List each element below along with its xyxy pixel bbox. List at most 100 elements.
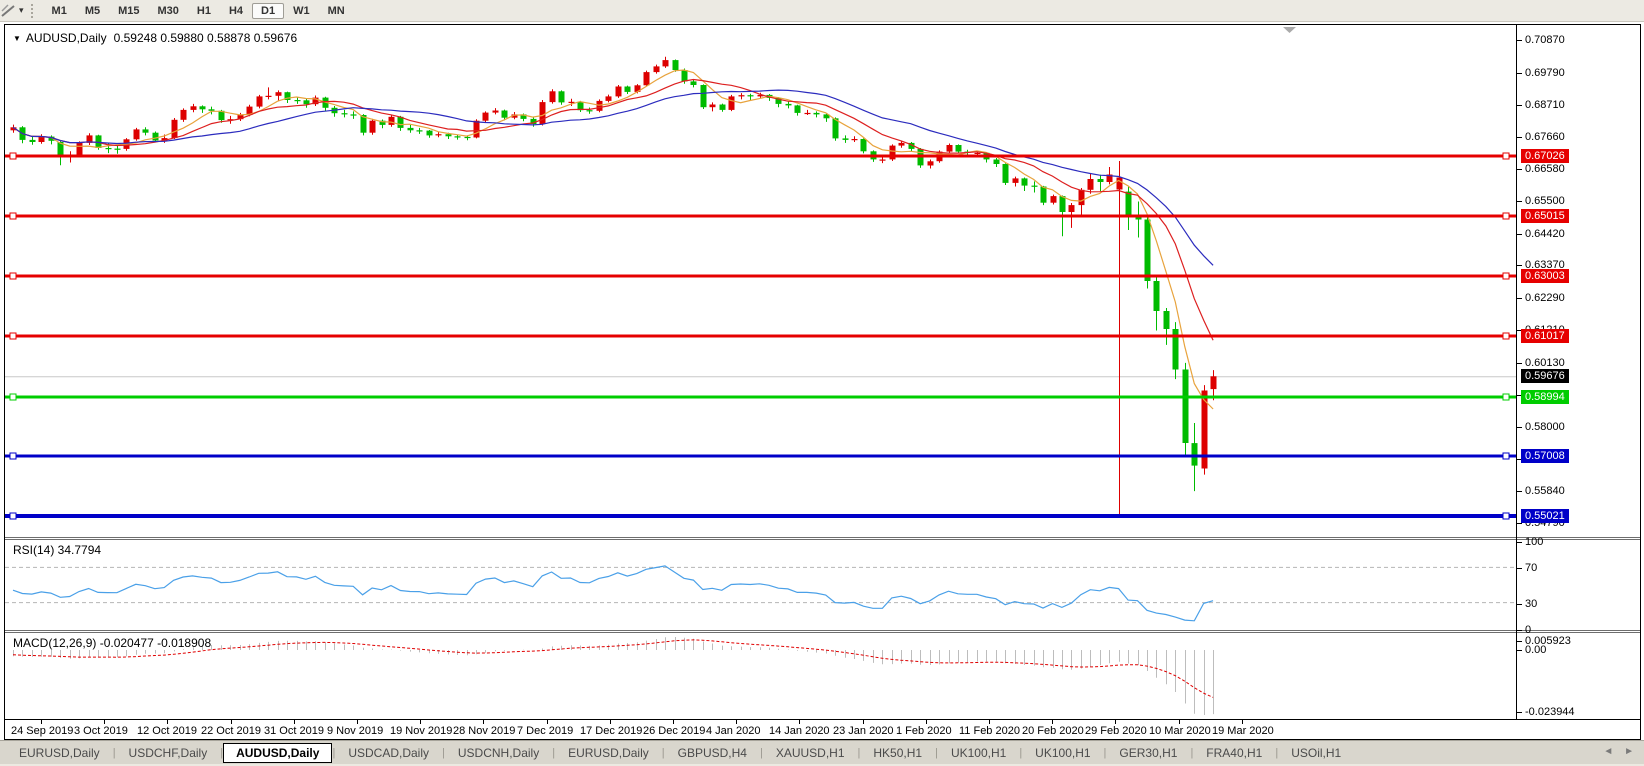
tab-xauusd-h1[interactable]: XAUUSD,H1 — [763, 743, 858, 763]
tab-uk100-h1[interactable]: UK100,H1 — [938, 743, 1019, 763]
rsi-tick-label: 70 — [1525, 562, 1537, 575]
timeframe-button-w1[interactable]: W1 — [284, 3, 319, 19]
candle-body — [191, 106, 197, 110]
tab-usdcad-daily[interactable]: USDCAD,Daily — [335, 743, 442, 763]
line-handle[interactable] — [1503, 273, 1509, 279]
line-handle[interactable] — [10, 153, 16, 159]
candle-body — [587, 110, 593, 111]
timeframe-buttons: M1M5M15M30H1H4D1W1MN — [43, 3, 354, 19]
candle-body — [1183, 370, 1189, 444]
timeframe-button-m1[interactable]: M1 — [43, 3, 76, 19]
candle-body — [795, 105, 801, 113]
candle-body — [389, 117, 395, 125]
candle-body — [106, 148, 112, 149]
candle-body — [1079, 190, 1085, 205]
ma-line-sma10 — [13, 80, 1213, 341]
candle-body — [304, 100, 310, 104]
toolbar-grip[interactable] — [31, 4, 36, 18]
tab-usdcnh-daily[interactable]: USDCNH,Daily — [445, 743, 552, 763]
candle-body — [710, 105, 716, 108]
tab-fra40-h1[interactable]: FRA40,H1 — [1193, 743, 1275, 763]
drawing-tool-icon[interactable] — [1, 3, 17, 19]
line-handle[interactable] — [1503, 513, 1509, 519]
line-handle[interactable] — [10, 273, 16, 279]
candle-body — [200, 106, 206, 109]
line-handle[interactable] — [1503, 213, 1509, 219]
chart-title: ▼AUDUSD,Daily0.59248 0.59880 0.58878 0.5… — [13, 31, 297, 45]
line-price-label: 0.61017 — [1521, 329, 1569, 343]
candle-body — [852, 139, 858, 140]
timeframe-button-m15[interactable]: M15 — [109, 3, 148, 19]
candle-body — [446, 134, 452, 136]
tool-dropdown-icon[interactable]: ▾ — [19, 5, 24, 16]
rsi-canvas[interactable] — [5, 540, 1516, 630]
candle-body — [257, 96, 263, 106]
candle-body — [1069, 205, 1075, 212]
candle-body — [1098, 179, 1104, 182]
toolbar: ▾ M1M5M15M30H1H4D1W1MN — [0, 0, 1644, 22]
tab-ger30-h1[interactable]: GER30,H1 — [1106, 743, 1190, 763]
tabs-scroll-right-icon[interactable]: ► — [1624, 746, 1634, 757]
date-tick — [294, 720, 295, 724]
line-handle[interactable] — [10, 394, 16, 400]
line-price-label: 0.67026 — [1521, 149, 1569, 163]
symbol-dropdown-icon[interactable]: ▼ — [13, 34, 21, 43]
date-tick — [483, 720, 484, 724]
tab-hk50-h1[interactable]: HK50,H1 — [860, 743, 935, 763]
line-handle[interactable] — [1503, 394, 1509, 400]
tab-uk100-h1[interactable]: UK100,H1 — [1022, 743, 1103, 763]
line-handle[interactable] — [1503, 333, 1509, 339]
macd-canvas[interactable] — [5, 633, 1516, 719]
tab-audusd-daily[interactable]: AUDUSD,Daily — [223, 743, 332, 763]
date-label: 12 Oct 2019 — [137, 725, 197, 737]
line-handle[interactable] — [1503, 153, 1509, 159]
tab-eurusd-daily[interactable]: EURUSD,Daily — [6, 743, 113, 763]
candle-body — [606, 96, 612, 101]
date-tick — [1242, 720, 1243, 724]
candle-body — [455, 136, 461, 137]
candle-body — [209, 109, 215, 111]
price-axis: 0.708700.697900.687100.676600.665800.655… — [1517, 25, 1640, 719]
line-handle[interactable] — [10, 453, 16, 459]
line-price-label: 0.57008 — [1521, 449, 1569, 463]
date-tick — [610, 720, 611, 724]
candle-body — [115, 149, 121, 150]
date-tick — [41, 720, 42, 724]
candle-body — [720, 105, 726, 110]
price-tick-label: 0.69790 — [1525, 67, 1565, 80]
tab-usoil-h1[interactable]: USOil,H1 — [1278, 743, 1354, 763]
timeframe-button-m30[interactable]: M30 — [149, 3, 188, 19]
tab-usdchf-daily[interactable]: USDCHF,Daily — [116, 743, 221, 763]
timeframe-button-h4[interactable]: H4 — [220, 3, 252, 19]
timeframe-button-d1[interactable]: D1 — [252, 3, 284, 19]
timeframe-button-m5[interactable]: M5 — [76, 3, 109, 19]
line-handle[interactable] — [10, 513, 16, 519]
date-label: 28 Nov 2019 — [453, 725, 515, 737]
price-chart-canvas[interactable] — [5, 25, 1516, 537]
macd-bottom-label: -0.023944 — [1525, 706, 1575, 719]
candle-body — [427, 131, 433, 136]
macd-label: MACD(12,26,9) -0.020477 -0.018908 — [13, 636, 211, 650]
timeframe-button-h1[interactable]: H1 — [188, 3, 220, 19]
candle-body — [436, 134, 442, 135]
candle-body — [1192, 443, 1198, 466]
chart-shift-marker[interactable] — [1283, 27, 1296, 33]
line-handle[interactable] — [10, 213, 16, 219]
candle-body — [559, 91, 565, 102]
line-price-label: 0.58994 — [1521, 390, 1569, 404]
candle-body — [493, 111, 499, 113]
line-handle[interactable] — [1503, 453, 1509, 459]
candle-body — [77, 143, 83, 155]
tabs-scroll-left-icon[interactable]: ◄ — [1603, 746, 1613, 757]
tab-eurusd-daily[interactable]: EURUSD,Daily — [555, 743, 662, 763]
candle-body — [928, 161, 934, 165]
candle-body — [370, 121, 376, 133]
candle-body — [342, 113, 348, 114]
line-handle[interactable] — [10, 333, 16, 339]
date-tick — [926, 720, 927, 724]
tab-gbpusd-h4[interactable]: GBPUSD,H4 — [665, 743, 760, 763]
price-tick-label: 0.62290 — [1525, 292, 1565, 305]
date-label: 4 Jan 2020 — [706, 725, 760, 737]
timeframe-button-mn[interactable]: MN — [319, 3, 354, 19]
chart-tabs: EURUSD,Daily|USDCHF,Daily|AUDUSD,Daily|U… — [0, 741, 1354, 764]
